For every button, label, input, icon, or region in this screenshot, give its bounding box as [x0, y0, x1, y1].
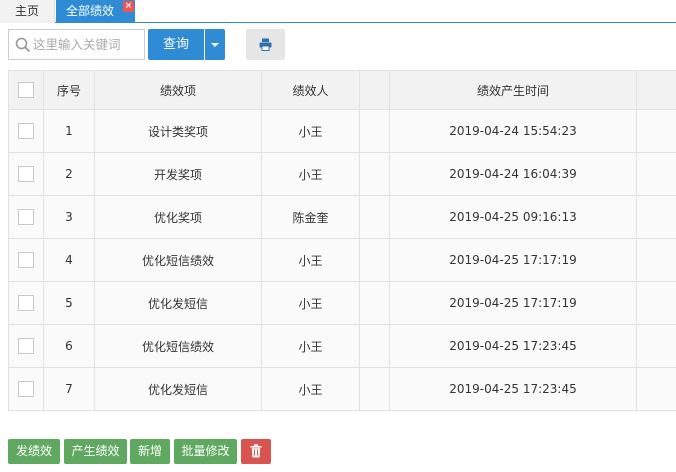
- column-header-person: 绩效人: [261, 70, 360, 110]
- print-icon: [259, 38, 272, 51]
- cell-blank: [359, 109, 390, 153]
- cell-extra: [636, 109, 676, 153]
- cell-item: 优化短信绩效: [94, 324, 262, 368]
- cell-no: 7: [43, 367, 95, 411]
- row-checkbox[interactable]: [18, 209, 34, 225]
- cell-time: 2019-04-25 09:16:13: [389, 195, 637, 239]
- cell-time: 2019-04-25 17:23:45: [389, 367, 637, 411]
- cell-no: 5: [43, 281, 95, 325]
- delete-button[interactable]: [241, 439, 271, 464]
- search-input[interactable]: [33, 30, 143, 59]
- cell-no: 4: [43, 238, 95, 282]
- cell-blank: [359, 238, 390, 282]
- search-icon: [15, 37, 31, 53]
- cell-extra: [636, 152, 676, 196]
- table-row[interactable]: 6 优化短信绩效 小王 2019-04-25 17:23:45: [8, 324, 676, 368]
- row-checkbox[interactable]: [18, 166, 34, 182]
- cell-extra: [636, 324, 676, 368]
- table-row[interactable]: 7 优化发短信 小王 2019-04-25 17:23:45: [8, 367, 676, 411]
- cell-time: 2019-04-25 17:17:19: [389, 238, 637, 282]
- cell-blank: [359, 281, 390, 325]
- generate-performance-button[interactable]: 产生绩效: [64, 439, 127, 464]
- cell-extra: [636, 281, 676, 325]
- cell-person: 小王: [261, 238, 360, 282]
- cell-time: 2019-04-25 17:23:45: [389, 324, 637, 368]
- cell-blank: [359, 367, 390, 411]
- cell-blank: [359, 195, 390, 239]
- batch-edit-button[interactable]: 批量修改: [174, 439, 237, 464]
- table-row[interactable]: 1 设计类奖项 小王 2019-04-24 15:54:23: [8, 109, 676, 153]
- select-all-cell[interactable]: [8, 70, 44, 110]
- column-header-time: 绩效产生时间: [389, 70, 637, 110]
- row-checkbox[interactable]: [18, 338, 34, 354]
- column-header-item: 绩效项: [94, 70, 262, 110]
- cell-extra: [636, 238, 676, 282]
- cell-person: 陈金奎: [261, 195, 360, 239]
- cell-extra: [636, 367, 676, 411]
- search-box: [8, 29, 145, 60]
- cell-time: 2019-04-24 16:04:39: [389, 152, 637, 196]
- cell-extra: [636, 195, 676, 239]
- performance-table: 序号 绩效项 绩效人 绩效产生时间 1 设计类奖项 小王 2019-04-24 …: [8, 70, 676, 412]
- cell-item: 优化短信绩效: [94, 238, 262, 282]
- column-header-no: 序号: [43, 70, 95, 110]
- cell-person: 小王: [261, 109, 360, 153]
- cell-no: 3: [43, 195, 95, 239]
- cell-blank: [359, 152, 390, 196]
- print-button[interactable]: [246, 29, 285, 60]
- column-header-blank: [359, 70, 390, 110]
- table-row[interactable]: 2 开发奖项 小王 2019-04-24 16:04:39: [8, 152, 676, 196]
- cell-person: 小王: [261, 281, 360, 325]
- table-row[interactable]: 5 优化发短信 小王 2019-04-25 17:17:19: [8, 281, 676, 325]
- table-header-row: 序号 绩效项 绩效人 绩效产生时间: [8, 70, 676, 110]
- row-checkbox[interactable]: [18, 381, 34, 397]
- tab-home[interactable]: 主页: [0, 0, 55, 23]
- cell-no: 1: [43, 109, 95, 153]
- query-button[interactable]: 查询: [148, 29, 204, 60]
- issue-performance-button[interactable]: 发绩效: [8, 439, 60, 464]
- table-row[interactable]: 4 优化短信绩效 小王 2019-04-25 17:17:19: [8, 238, 676, 282]
- trash-icon: [250, 444, 262, 458]
- cell-item: 优化发短信: [94, 281, 262, 325]
- cell-time: 2019-04-25 17:17:19: [389, 281, 637, 325]
- cell-no: 6: [43, 324, 95, 368]
- cell-time: 2019-04-24 15:54:23: [389, 109, 637, 153]
- cell-item: 优化发短信: [94, 367, 262, 411]
- cell-person: 小王: [261, 324, 360, 368]
- cell-item: 开发奖项: [94, 152, 262, 196]
- query-dropdown-caret-down-icon[interactable]: [205, 29, 225, 60]
- select-all-checkbox[interactable]: [18, 82, 34, 98]
- cell-no: 2: [43, 152, 95, 196]
- column-header-extra: [636, 70, 676, 110]
- cell-item: 设计类奖项: [94, 109, 262, 153]
- tab-bar: 主页 全部绩效 ×: [0, 0, 676, 23]
- cell-person: 小王: [261, 367, 360, 411]
- row-checkbox[interactable]: [18, 295, 34, 311]
- table-row[interactable]: 3 优化奖项 陈金奎 2019-04-25 09:16:13: [8, 195, 676, 239]
- cell-item: 优化奖项: [94, 195, 262, 239]
- add-button[interactable]: 新增: [130, 439, 170, 464]
- row-checkbox[interactable]: [18, 123, 34, 139]
- tab-close-icon[interactable]: ×: [123, 1, 134, 12]
- cell-blank: [359, 324, 390, 368]
- row-checkbox[interactable]: [18, 252, 34, 268]
- cell-person: 小王: [261, 152, 360, 196]
